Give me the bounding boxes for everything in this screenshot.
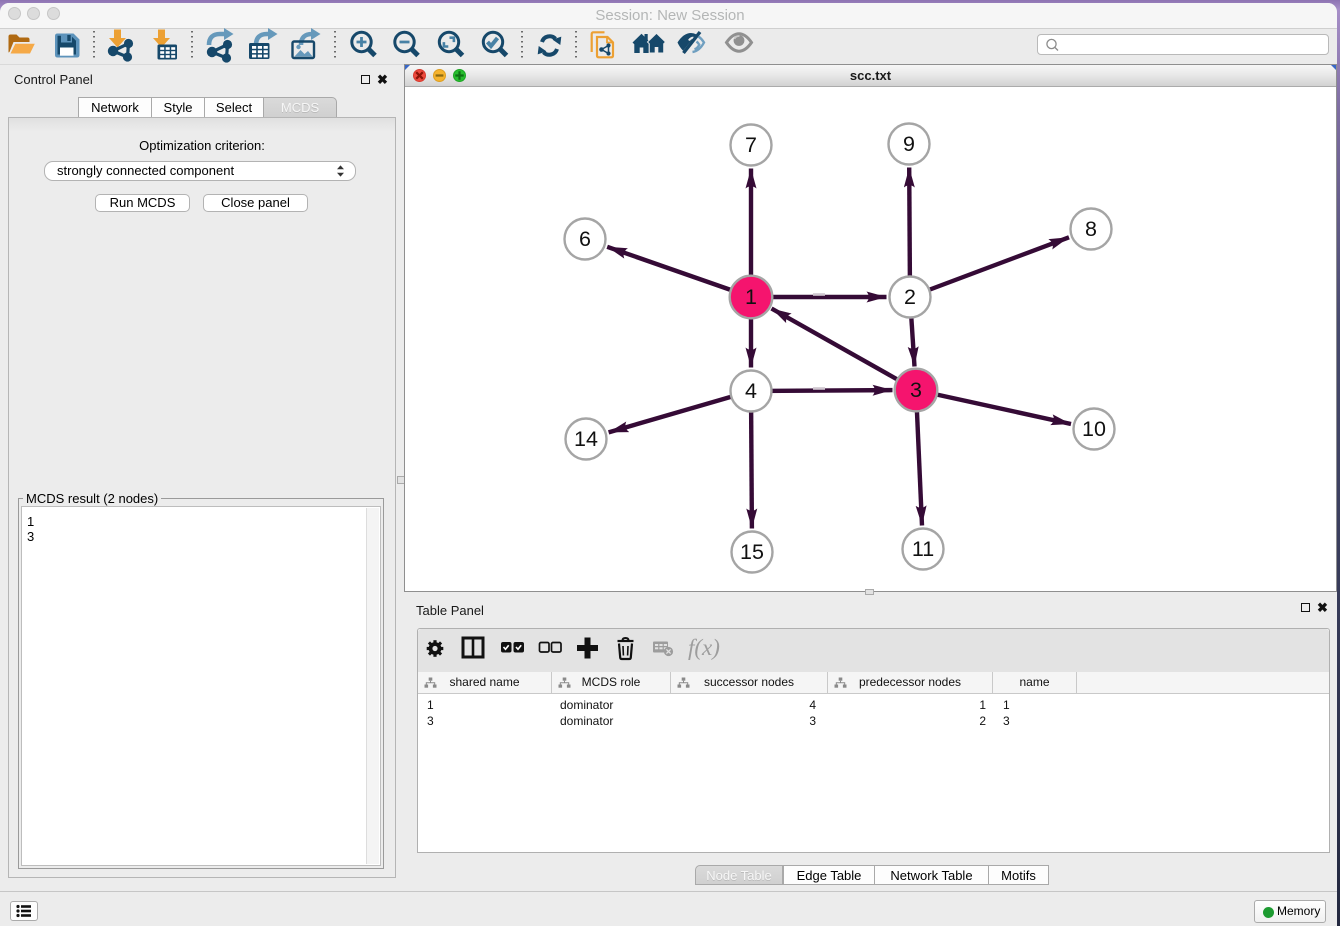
svg-text:2: 2 — [904, 285, 916, 309]
svg-text:7: 7 — [745, 133, 757, 157]
svg-text:15: 15 — [740, 540, 764, 564]
svg-text:1: 1 — [745, 285, 757, 309]
svg-text:f(x): f(x) — [688, 635, 720, 660]
svg-text:4: 4 — [745, 379, 757, 403]
svg-text:9: 9 — [903, 132, 915, 156]
svg-text:6: 6 — [579, 227, 591, 251]
svg-text:3: 3 — [910, 378, 922, 402]
svg-text:10: 10 — [1082, 417, 1106, 441]
svg-text:8: 8 — [1085, 217, 1097, 241]
svg-text:14: 14 — [574, 427, 598, 451]
svg-text:11: 11 — [912, 537, 934, 561]
